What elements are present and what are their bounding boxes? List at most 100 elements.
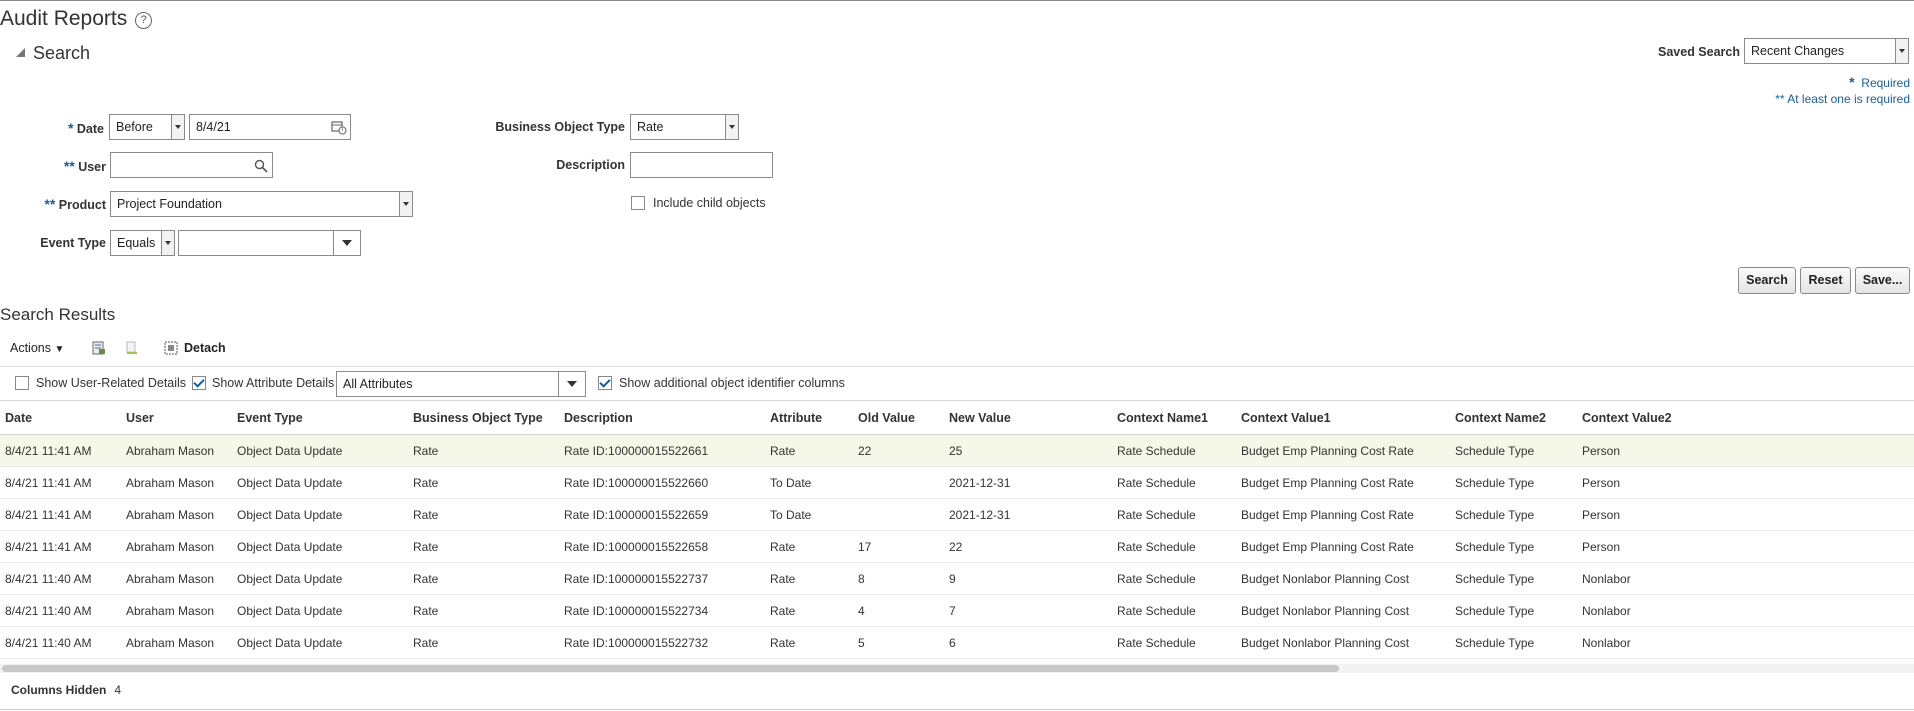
description-input[interactable] — [630, 152, 773, 178]
show-attr-details-checkbox[interactable] — [192, 376, 206, 390]
table-row[interactable]: 8/4/21 11:40 AM Abraham Mason Object Data … — [0, 626, 1914, 659]
column-header[interactable]: Context Name2 — [1450, 400, 1577, 435]
search-results-title: Search Results — [0, 305, 116, 324]
results-table: Date User Event Type Business Object Type De… — [0, 400, 1914, 659]
dropdown-arrow-icon[interactable] — [558, 372, 585, 396]
date-operator-select[interactable]: Before — [109, 114, 185, 140]
column-header[interactable]: Date — [0, 400, 121, 435]
table-cell: Rate ID:100000015522660 — [559, 466, 765, 499]
table-cell: Person — [1577, 466, 1914, 499]
table-cell: Rate ID:100000015522661 — [559, 434, 765, 467]
include-child-checkbox[interactable] — [631, 196, 645, 210]
search-button[interactable]: Search — [1738, 267, 1796, 294]
event-type-select[interactable] — [178, 230, 361, 256]
table-cell: Rate — [765, 626, 853, 659]
table-row[interactable]: 8/4/21 11:41 AM Abraham Mason Object Data … — [0, 466, 1914, 499]
results-toolbar: Actions ▼ Detach — [0, 337, 1914, 363]
column-header[interactable]: Business Object Type — [408, 400, 559, 435]
save-button[interactable]: Save... — [1855, 267, 1910, 294]
column-header[interactable]: Description — [559, 400, 765, 435]
column-header[interactable]: Context Value2 — [1577, 400, 1914, 435]
table-cell: Budget Nonlabor Planning Cost — [1236, 562, 1450, 595]
show-additional-label: Show additional object identifier column… — [619, 376, 845, 390]
column-header[interactable]: New Value — [944, 400, 1112, 435]
table-row[interactable]: 8/4/21 11:40 AM Abraham Mason Object Data … — [0, 594, 1914, 627]
table-cell: Rate — [408, 594, 559, 627]
user-label: ** User — [63, 158, 106, 174]
column-header[interactable]: Context Value1 — [1236, 400, 1450, 435]
date-label: * Date — [67, 120, 104, 136]
user-input[interactable] — [110, 152, 273, 178]
attributes-select[interactable]: All Attributes — [336, 371, 586, 397]
table-row[interactable]: 8/4/21 11:41 AM Abraham Mason Object Data … — [0, 498, 1914, 531]
table-cell: Object Data Update — [232, 466, 408, 499]
detach-icon[interactable] — [163, 340, 179, 359]
show-additional-checkbox[interactable] — [598, 376, 612, 390]
table-cell: 2021-12-31 — [944, 498, 1112, 531]
bo-type-select[interactable]: Rate — [630, 114, 739, 140]
export-icon[interactable] — [91, 340, 107, 359]
detach-button[interactable]: Detach — [184, 341, 226, 355]
table-cell: Rate — [408, 466, 559, 499]
table-row[interactable]: 8/4/21 11:41 AM Abraham Mason Object Data … — [0, 530, 1914, 563]
calendar-icon[interactable] — [331, 119, 347, 135]
table-cell: Schedule Type — [1450, 626, 1577, 659]
table-cell: 5 — [853, 626, 944, 659]
table-cell: Object Data Update — [232, 498, 408, 531]
reset-button[interactable]: Reset — [1800, 267, 1851, 294]
table-cell: Abraham Mason — [121, 562, 232, 595]
table-cell: 22 — [944, 530, 1112, 563]
table-cell: Rate — [408, 562, 559, 595]
table-cell: 8/4/21 11:41 AM — [0, 466, 121, 499]
date-input[interactable]: 8/4/21 — [189, 114, 351, 140]
table-cell: Rate — [408, 530, 559, 563]
table-cell: 7 — [944, 594, 1112, 627]
table-cell: Person — [1577, 434, 1914, 467]
table-cell: Rate — [408, 498, 559, 531]
table-row[interactable]: 8/4/21 11:41 AM Abraham Mason Object Data … — [0, 434, 1914, 467]
column-header[interactable]: User — [121, 400, 232, 435]
dropdown-arrow-icon[interactable] — [161, 231, 174, 255]
product-select[interactable]: Project Foundation — [110, 191, 413, 217]
column-header[interactable]: Attribute — [765, 400, 853, 435]
saved-search-select[interactable]: Recent Changes — [1744, 38, 1909, 64]
table-cell: Abraham Mason — [121, 530, 232, 563]
column-header[interactable]: Old Value — [853, 400, 944, 435]
table-cell: Budget Nonlabor Planning Cost — [1236, 626, 1450, 659]
results-filter-bar: Show User-Related Details Show Attribute… — [0, 366, 1914, 400]
table-cell — [853, 466, 944, 499]
table-cell: Abraham Mason — [121, 626, 232, 659]
dropdown-arrow-icon[interactable] — [171, 115, 184, 139]
scrollbar-thumb[interactable] — [2, 665, 1339, 672]
search-section-toggle[interactable]: Search — [16, 43, 90, 64]
table-cell: Object Data Update — [232, 434, 408, 467]
required-note: * Required — [1849, 74, 1910, 90]
help-icon[interactable]: ? — [135, 12, 153, 29]
collapse-triangle-icon[interactable] — [16, 48, 25, 57]
dropdown-arrow-icon[interactable] — [399, 192, 412, 216]
columns-hidden-count: 4 — [114, 683, 122, 697]
actions-menu[interactable]: Actions ▼ — [10, 341, 64, 355]
footer-border — [0, 709, 1914, 710]
event-type-operator-select[interactable]: Equals — [110, 230, 175, 256]
freeze-icon[interactable] — [124, 340, 140, 359]
saved-search-label: Saved Search — [1658, 45, 1740, 59]
show-user-details-checkbox[interactable] — [15, 376, 29, 390]
table-cell: 8/4/21 11:41 AM — [0, 434, 121, 467]
table-cell: Rate Schedule — [1112, 434, 1236, 467]
table-cell: Schedule Type — [1450, 498, 1577, 531]
dropdown-arrow-icon[interactable] — [333, 231, 360, 255]
table-cell: Rate Schedule — [1112, 562, 1236, 595]
table-cell: Rate — [765, 562, 853, 595]
table-cell — [853, 498, 944, 531]
dropdown-arrow-icon[interactable] — [725, 115, 738, 139]
column-header[interactable]: Event Type — [232, 400, 408, 435]
search-icon[interactable] — [254, 157, 268, 181]
table-row[interactable]: 8/4/21 11:40 AM Abraham Mason Object Data … — [0, 562, 1914, 595]
table-cell: Object Data Update — [232, 562, 408, 595]
table-cell: Rate ID:100000015522659 — [559, 498, 765, 531]
bo-type-label: Business Object Type — [495, 120, 625, 134]
dropdown-arrow-icon[interactable] — [1895, 39, 1908, 63]
at-least-one-note: ** At least one is required — [1775, 92, 1910, 106]
column-header[interactable]: Context Name1 — [1112, 400, 1236, 435]
